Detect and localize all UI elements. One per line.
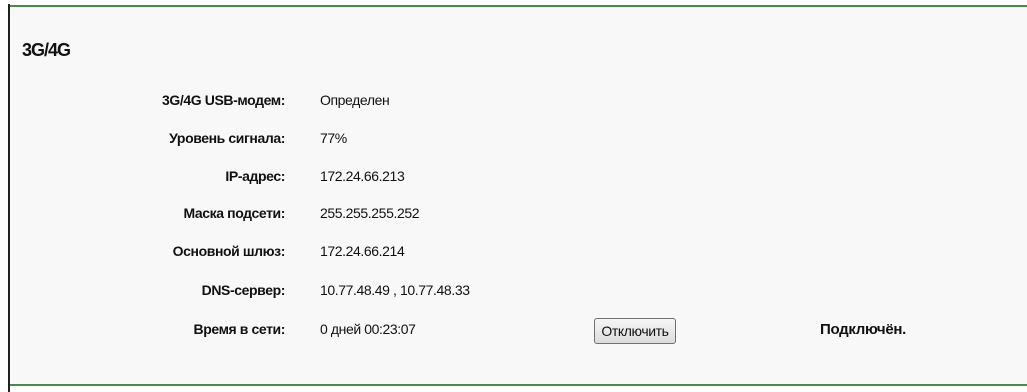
modem-value: Определен xyxy=(320,92,390,108)
online-time-label: Время в сети: xyxy=(193,321,286,337)
signal-level-value: 77% xyxy=(320,130,347,146)
dns-server-label: DNS-сервер: xyxy=(201,282,286,298)
subnet-mask-value: 255.255.255.252 xyxy=(320,205,420,221)
signal-level-label: Уровень сигнала: xyxy=(169,130,285,146)
ip-address-value: 172.24.66.213 xyxy=(320,168,405,184)
subnet-mask-label: Маска подсети: xyxy=(183,205,285,221)
connection-status: Подключён. xyxy=(820,321,907,338)
online-time-value: 0 дней 00:23:07 xyxy=(320,321,416,337)
modem-label: 3G/4G USB-модем: xyxy=(162,92,285,108)
section-title: 3G/4G xyxy=(22,40,71,60)
gateway-value: 172.24.66.214 xyxy=(320,243,405,259)
dns-server-value: 10.77.48.49 , 10.77.48.33 xyxy=(320,282,470,298)
gateway-label: Основной шлюз: xyxy=(172,243,286,259)
top-divider xyxy=(10,5,1027,7)
disconnect-button[interactable]: Отключить xyxy=(594,318,676,344)
bottom-divider xyxy=(10,384,1027,386)
ip-address-label: IP-адрес: xyxy=(225,168,285,184)
